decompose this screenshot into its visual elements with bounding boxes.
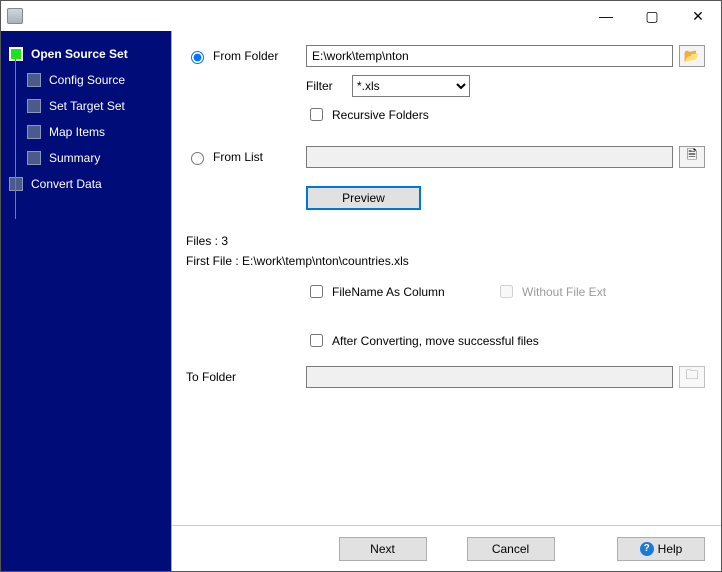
step-config-source[interactable]: Config Source bbox=[1, 67, 171, 93]
to-folder-label: To Folder bbox=[186, 370, 236, 384]
first-file-text: First File : E:\work\temp\nton\countries… bbox=[186, 254, 705, 268]
step-label: Map Items bbox=[49, 125, 105, 139]
preview-button[interactable]: Preview bbox=[306, 186, 421, 210]
after-convert-row: After Converting, move successful files bbox=[186, 331, 705, 350]
wizard-window: — ▢ ✕ Open Source Set Config Source Set … bbox=[0, 0, 722, 572]
from-folder-label: From Folder bbox=[213, 49, 278, 63]
step-map-items[interactable]: Map Items bbox=[1, 119, 171, 145]
filter-combo[interactable]: *.xls bbox=[352, 75, 470, 97]
step-pending-icon bbox=[9, 177, 23, 191]
from-folder-input[interactable] bbox=[306, 45, 673, 67]
preview-row: Preview bbox=[186, 186, 705, 210]
browse-folder-button[interactable]: 📂 bbox=[679, 45, 705, 67]
wizard-steps-sidebar: Open Source Set Config Source Set Target… bbox=[1, 31, 171, 571]
filename-as-column-label: FileName As Column bbox=[332, 285, 445, 299]
from-list-radio[interactable] bbox=[191, 152, 204, 165]
step-open-source-set[interactable]: Open Source Set bbox=[1, 41, 171, 67]
maximize-button[interactable]: ▢ bbox=[629, 1, 675, 31]
without-ext-checkbox: Without File Ext bbox=[496, 282, 606, 301]
step-pending-icon bbox=[27, 73, 41, 87]
body: Open Source Set Config Source Set Target… bbox=[1, 31, 721, 571]
next-button[interactable]: Next bbox=[339, 537, 427, 561]
step-label: Set Target Set bbox=[49, 99, 125, 113]
help-button[interactable]: ? Help bbox=[617, 537, 705, 561]
filter-label: Filter bbox=[306, 79, 352, 93]
step-summary[interactable]: Summary bbox=[1, 145, 171, 171]
filename-as-column-input[interactable] bbox=[310, 285, 323, 298]
content-area: From Folder 📂 Filter *.xls bbox=[172, 31, 721, 525]
help-icon: ? bbox=[640, 542, 654, 556]
file-icon: 🗎 bbox=[687, 146, 697, 168]
cancel-button[interactable]: Cancel bbox=[467, 537, 555, 561]
browse-to-folder-button[interactable]: 🗀 bbox=[679, 366, 705, 388]
app-icon bbox=[7, 8, 23, 24]
help-label: Help bbox=[658, 542, 683, 556]
recursive-label: Recursive Folders bbox=[332, 108, 429, 122]
to-folder-input[interactable] bbox=[306, 366, 673, 388]
window-controls: — ▢ ✕ bbox=[583, 1, 721, 31]
step-label: Config Source bbox=[49, 73, 125, 87]
recursive-checkbox-input[interactable] bbox=[310, 108, 323, 121]
after-convert-checkbox[interactable]: After Converting, move successful files bbox=[306, 331, 539, 350]
from-list-label: From List bbox=[213, 150, 263, 164]
to-folder-row: To Folder 🗀 bbox=[186, 366, 705, 388]
without-ext-input bbox=[500, 285, 513, 298]
step-label: Convert Data bbox=[31, 177, 102, 191]
files-count-text: Files : 3 bbox=[186, 234, 705, 248]
from-list-row: From List 🗎 bbox=[186, 146, 705, 168]
step-label: Summary bbox=[49, 151, 100, 165]
filter-row: Filter *.xls bbox=[186, 75, 705, 97]
step-pending-icon bbox=[27, 125, 41, 139]
tree-connector bbox=[15, 59, 16, 219]
browse-list-button[interactable]: 🗎 bbox=[679, 146, 705, 168]
footer: Next Cancel ? Help bbox=[172, 525, 721, 571]
folder-icon: 🗀 bbox=[685, 366, 698, 388]
step-label: Open Source Set bbox=[31, 47, 128, 61]
without-ext-label: Without File Ext bbox=[522, 285, 606, 299]
step-convert-data[interactable]: Convert Data bbox=[1, 171, 171, 197]
filename-as-column-checkbox[interactable]: FileName As Column bbox=[306, 282, 496, 301]
from-folder-row: From Folder 📂 bbox=[186, 45, 705, 67]
step-set-target-set[interactable]: Set Target Set bbox=[1, 93, 171, 119]
filename-options-row: FileName As Column Without File Ext bbox=[186, 282, 705, 301]
titlebar: — ▢ ✕ bbox=[1, 1, 721, 31]
from-list-input[interactable] bbox=[306, 146, 673, 168]
folder-icon: 📂 bbox=[684, 48, 700, 64]
recursive-row: Recursive Folders bbox=[186, 105, 705, 124]
step-active-icon bbox=[9, 47, 23, 61]
after-convert-label: After Converting, move successful files bbox=[332, 334, 539, 348]
step-pending-icon bbox=[27, 99, 41, 113]
recursive-checkbox[interactable]: Recursive Folders bbox=[306, 105, 429, 124]
step-pending-icon bbox=[27, 151, 41, 165]
after-convert-input[interactable] bbox=[310, 334, 323, 347]
main-panel: From Folder 📂 Filter *.xls bbox=[171, 31, 721, 571]
from-folder-radio[interactable] bbox=[191, 51, 204, 64]
close-button[interactable]: ✕ bbox=[675, 1, 721, 31]
minimize-button[interactable]: — bbox=[583, 1, 629, 31]
